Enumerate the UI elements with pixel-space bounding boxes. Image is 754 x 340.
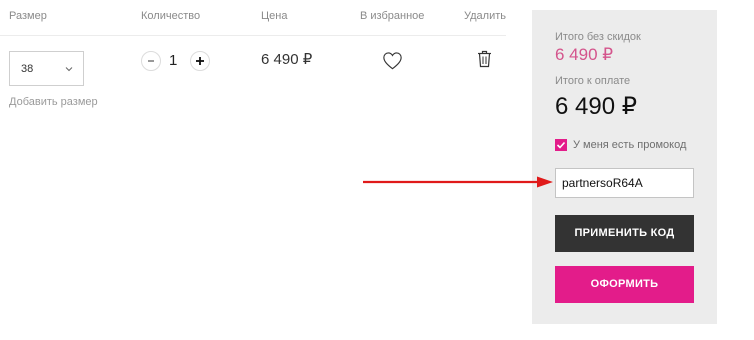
plus-icon	[196, 57, 204, 65]
size-value: 38	[21, 63, 34, 75]
header-favorites: В избранное	[360, 10, 425, 22]
header-size: Размер	[9, 10, 47, 22]
checkmark-icon	[556, 141, 566, 149]
checkout-button[interactable]: ОФОРМИТЬ	[555, 266, 694, 303]
header-delete: Удалить	[464, 10, 506, 22]
heart-icon	[383, 52, 402, 70]
promo-code-input[interactable]	[555, 168, 694, 198]
delete-button[interactable]	[477, 50, 492, 73]
subtotal-value: 6 490 ₽	[555, 45, 614, 64]
add-size-link[interactable]: Добавить размер	[9, 96, 98, 108]
decrease-quantity-button[interactable]	[141, 51, 161, 71]
total-value: 6 490 ₽	[555, 93, 637, 120]
promo-checkbox-label: У меня есть промокод	[573, 139, 687, 151]
total-label: Итого к оплате	[555, 75, 631, 87]
quantity-value: 1	[169, 52, 178, 69]
annotation-arrow-icon	[363, 176, 553, 188]
increase-quantity-button[interactable]	[190, 51, 210, 71]
size-select[interactable]: 38	[9, 51, 84, 86]
header-divider	[0, 35, 506, 36]
chevron-down-icon	[65, 67, 73, 72]
promo-checkbox[interactable]	[555, 139, 567, 151]
header-quantity: Количество	[141, 10, 201, 22]
favorite-button[interactable]	[382, 51, 403, 75]
minus-icon	[148, 60, 154, 62]
subtotal-label: Итого без скидок	[555, 31, 641, 43]
trash-icon	[478, 50, 491, 68]
apply-code-button[interactable]: ПРИМЕНИТЬ КОД	[555, 215, 694, 252]
header-price: Цена	[261, 10, 288, 22]
item-price: 6 490 ₽	[261, 51, 313, 68]
